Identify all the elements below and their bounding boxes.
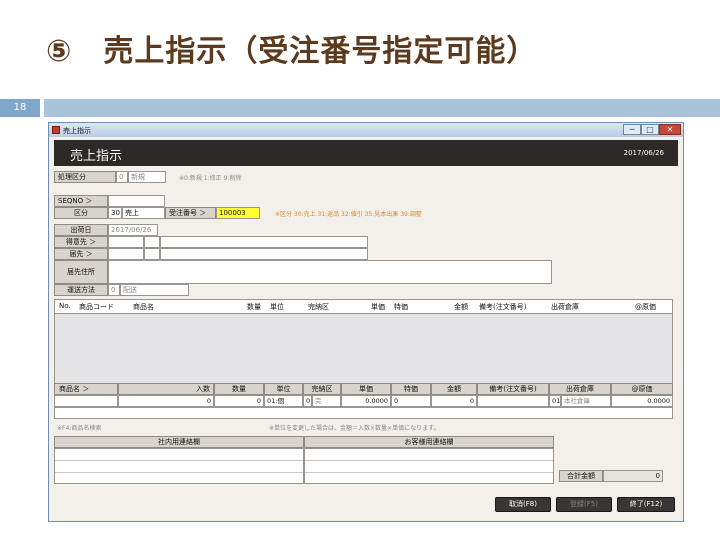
detail-head-warehouse: 出荷倉庫 — [549, 383, 611, 395]
shori-kubun-label: 処理区分 — [54, 171, 116, 183]
detail-head-unit: 単位 — [264, 383, 303, 395]
total-amount-label: 合計金額 — [559, 470, 603, 482]
grid-col-special-price: 特価 — [394, 303, 408, 311]
detail-amount-field: 0 — [431, 395, 477, 407]
grid-col-unit-price: 単価 — [371, 303, 385, 311]
detail-head-special-price: 特価 — [391, 383, 431, 395]
shori-kubun-value-field: 新規 — [128, 171, 166, 183]
slide-divider-bar — [44, 99, 720, 117]
detail-head-cost: @原価 — [611, 383, 673, 395]
grid-col-remarks: 備考(注文番号) — [479, 303, 527, 311]
unso-hoho-code-field[interactable]: 0 — [108, 284, 120, 296]
detail-item-name-lookup-button[interactable]: 商品名 ＞ — [54, 383, 118, 395]
juchu-bango-field[interactable]: 100003 — [216, 207, 260, 219]
grid-col-warehouse: 出荷倉庫 — [551, 303, 579, 311]
detail-special-price-field[interactable]: 0 — [391, 395, 431, 407]
close-button[interactable]: ✕ — [659, 124, 681, 135]
tokuisaki-sub-field[interactable] — [144, 236, 160, 248]
detail-head-irisu: 入数 — [118, 383, 214, 395]
form-header: 売上指示 2017/06/26 — [54, 140, 678, 166]
shukka-bi-label: 出荷日 — [54, 224, 108, 236]
detail-head-amount: 金額 — [431, 383, 477, 395]
todoke-jusho-field[interactable] — [108, 260, 552, 284]
unso-hoho-value-field: 配送 — [120, 284, 189, 296]
detail-warehouse-name-field: 本社倉庫 — [561, 395, 611, 407]
slide-page-number: 18 — [0, 99, 40, 117]
grid-col-qty: 数量 — [247, 303, 261, 311]
total-amount-field: 0 — [603, 470, 663, 482]
customer-contact-field[interactable] — [304, 448, 554, 484]
detail-head-qty: 数量 — [214, 383, 264, 395]
detail-item-code-field[interactable] — [54, 395, 118, 407]
minimize-button[interactable]: ─ — [623, 124, 641, 135]
form-title: 売上指示 — [70, 149, 123, 164]
maximize-button[interactable]: □ — [641, 124, 659, 135]
todokesaki-code-field[interactable] — [108, 248, 144, 260]
shukka-bi-field[interactable]: 2017/06/26 — [108, 224, 158, 236]
kubun-code-field[interactable]: 30 — [108, 207, 122, 219]
detail-cost-field[interactable]: 0.0000 — [611, 395, 673, 407]
detail-warehouse-code-field[interactable]: 01 — [549, 395, 561, 407]
shori-kubun-code-field[interactable]: 0 — [116, 171, 128, 183]
internal-contact-field[interactable] — [54, 448, 304, 484]
window-titlebar: 売上指示 ─ □ ✕ — [49, 123, 683, 137]
detail-second-row — [54, 407, 673, 419]
register-button[interactable]: 登録(F5) — [556, 497, 612, 512]
seqno-lookup-button[interactable]: SEQNO ＞ — [54, 195, 108, 207]
detail-remarks-field[interactable] — [477, 395, 549, 407]
tokuisaki-lookup-button[interactable]: 得意先 ＞ — [54, 236, 108, 248]
app-icon — [52, 126, 60, 134]
customer-contact-label: お客様用連絡欄 — [304, 436, 554, 448]
slide: ⑤ 売上指示（受注番号指定可能） 18 売上指示 ─ □ ✕ 売上指示 2017… — [0, 0, 720, 540]
detail-head-unit-price: 単価 — [341, 383, 391, 395]
todokesaki-sub-field[interactable] — [144, 248, 160, 260]
tokuisaki-name-field — [160, 236, 368, 248]
form-date: 2017/06/26 — [623, 149, 664, 157]
detail-irisu-field[interactable]: 0 — [118, 395, 214, 407]
grid-col-cost: @原価 — [635, 303, 656, 311]
app-window: 売上指示 ─ □ ✕ 売上指示 2017/06/26 処理区分 0 新規 ※0:… — [48, 122, 684, 522]
detail-unit-select[interactable]: 01:個 — [264, 395, 303, 407]
grid-col-item-code: 商品コード — [79, 303, 114, 311]
grid-header: No. 商品コード 商品名 数量 単位 完納区 単価 特価 金額 備考(注文番号… — [55, 300, 672, 314]
juchu-bango-lookup-button[interactable]: 受注番号 ＞ — [165, 207, 216, 219]
grid-col-amount: 金額 — [454, 303, 468, 311]
kubun-label: 区分 — [54, 207, 108, 219]
grid-col-kanno: 完納区 — [308, 303, 329, 311]
grid-col-item-name: 商品名 — [133, 303, 154, 311]
detail-qty-field[interactable]: 0 — [214, 395, 264, 407]
exit-button[interactable]: 終了(F12) — [617, 497, 675, 512]
todokesaki-name-field — [160, 248, 368, 260]
detail-hint-search: ※F4:商品名検索 — [57, 425, 102, 432]
grid-col-unit: 単位 — [270, 303, 284, 311]
todoke-jusho-label: 届先住所 — [54, 260, 108, 284]
detail-head-remarks: 備考(注文番号) — [477, 383, 549, 395]
detail-unit-price-field[interactable]: 0.0000 — [341, 395, 391, 407]
kubun-hint: ※区分 30:売上 31:返品 32:値引 35:見本出庫 39:調整 — [275, 211, 422, 218]
unso-hoho-label: 運送方法 — [54, 284, 108, 296]
internal-contact-label: 社内用連絡欄 — [54, 436, 304, 448]
tokuisaki-code-field[interactable] — [108, 236, 144, 248]
detail-hint-unit: ※単位を変更した場合は、金額＝入数×数量×単価になります。 — [269, 425, 440, 432]
shori-kubun-hint: ※0:新規 1:修正 9:削除 — [179, 175, 242, 182]
detail-head-kanno: 完納区 — [303, 383, 341, 395]
cancel-button[interactable]: 取消(F8) — [495, 497, 551, 512]
slide-title: ⑤ 売上指示（受注番号指定可能） — [46, 34, 538, 69]
detail-kanno-code-field[interactable]: 0 — [303, 395, 312, 407]
kubun-value-field: 売上 — [122, 207, 165, 219]
grid-col-no: No. — [59, 302, 71, 310]
seqno-field[interactable] — [108, 195, 165, 207]
line-items-grid[interactable]: No. 商品コード 商品名 数量 単位 完納区 単価 特価 金額 備考(注文番号… — [54, 299, 673, 384]
detail-kanno-value-field: 完 — [312, 395, 341, 407]
window-title: 売上指示 — [63, 127, 91, 135]
todokesaki-lookup-button[interactable]: 届先 ＞ — [54, 248, 108, 260]
